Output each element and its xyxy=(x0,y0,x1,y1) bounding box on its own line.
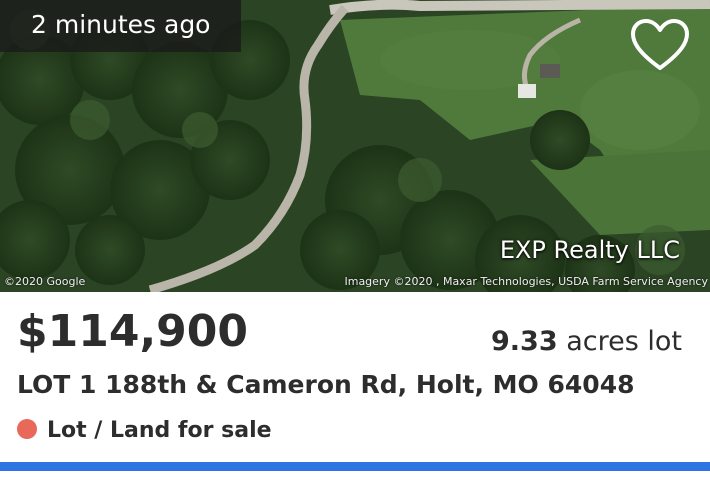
lot-size-value: 9.33 xyxy=(491,326,558,357)
listing-info: $114,900 9.33 acres lot LOT 1 188th & Ca… xyxy=(0,292,710,462)
map-credit-left: ©2020 Google xyxy=(4,275,86,288)
listing-card[interactable]: 2 minutes ago EXP Realty LLC ©2020 Googl… xyxy=(0,0,710,480)
brokerage-name: EXP Realty LLC xyxy=(499,236,680,264)
favorite-button[interactable] xyxy=(628,16,692,74)
listing-price: $114,900 xyxy=(17,306,249,357)
lot-size: 9.33 acres lot xyxy=(491,326,682,357)
card-accent-bar xyxy=(0,462,710,471)
listing-status: Lot / Land for sale xyxy=(17,418,272,443)
status-dot-icon xyxy=(17,419,37,439)
status-label: Lot / Land for sale xyxy=(47,418,272,443)
imagery-credit: Imagery ©2020 , Maxar Technologies, USDA… xyxy=(344,275,708,288)
time-ago-badge: 2 minutes ago xyxy=(0,0,242,52)
listing-address[interactable]: LOT 1 188th & Cameron Rd, Holt, MO 64048 xyxy=(17,370,635,399)
lot-size-unit: acres lot xyxy=(566,326,682,357)
listing-photo[interactable]: 2 minutes ago EXP Realty LLC ©2020 Googl… xyxy=(0,0,710,292)
heart-outline-icon xyxy=(631,19,689,70)
